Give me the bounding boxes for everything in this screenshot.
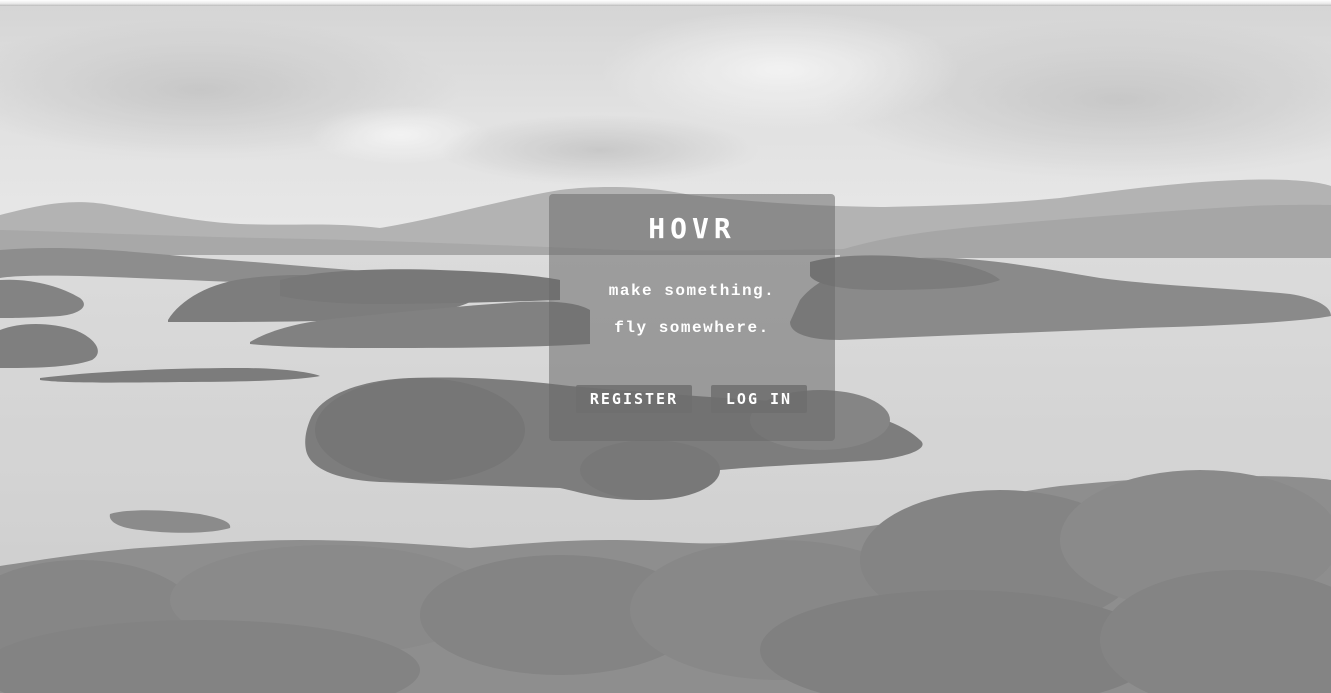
landing-page: HOVR make something. fly somewhere. REGI… — [0, 0, 1331, 693]
intro-card: HOVR make something. fly somewhere. REGI… — [549, 194, 835, 441]
register-button[interactable]: REGISTER — [576, 385, 692, 413]
brand-logo: HOVR — [648, 212, 736, 245]
tagline-line-2: fly somewhere. — [614, 319, 770, 337]
login-button[interactable]: LOG IN — [711, 385, 807, 413]
top-edge-shadow — [0, 0, 1331, 6]
tagline-line-1: make something. — [608, 282, 776, 300]
